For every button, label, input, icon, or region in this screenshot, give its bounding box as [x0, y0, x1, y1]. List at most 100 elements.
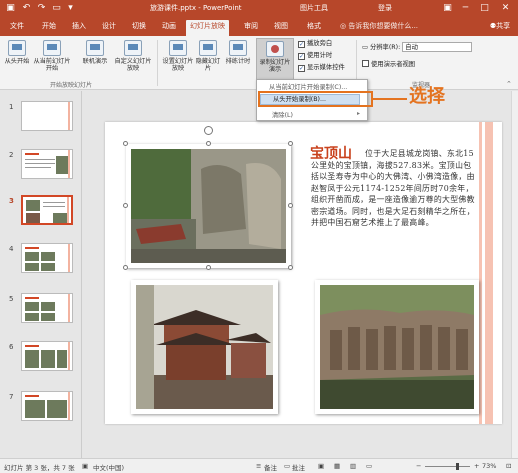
current-slide[interactable]: 宝顶山 位于大足县城龙岗镇、东北15公里处的宝顶镇，海拔527.83米。宝顶山包…	[105, 122, 502, 424]
slide-thumbnail-selected[interactable]	[21, 195, 73, 225]
custom-show-button[interactable]: 自定义幻灯片放映	[113, 40, 153, 72]
slide-thumbnail[interactable]	[21, 101, 73, 131]
thumb-photo	[41, 252, 55, 261]
record-icon	[266, 41, 284, 57]
from-start-button[interactable]: 从头开始	[3, 40, 31, 65]
photo-cliff-carving[interactable]	[126, 144, 291, 268]
customize-qat-icon[interactable]: ▾	[64, 2, 77, 15]
custom-show-label: 自定义幻灯片放映	[114, 58, 152, 72]
tab-review[interactable]: 审阅	[240, 20, 262, 36]
zoom-slider-thumb[interactable]	[456, 463, 459, 470]
minimize-icon[interactable]: ─	[458, 1, 473, 16]
tab-slideshow[interactable]: 幻灯片放映	[186, 20, 229, 36]
thumb-number: 1	[9, 103, 14, 111]
resize-handle[interactable]	[123, 141, 128, 146]
hide-slide-icon	[199, 40, 217, 56]
hide-slide-label: 隐藏幻灯片	[195, 58, 221, 72]
status-bar: 幻灯片 第 3 张，共 7 张 ▣ 中文(中国) ≡ 备注 ▭ 批注 ▣ ▦ ▥…	[0, 458, 518, 473]
resize-handle[interactable]	[123, 203, 128, 208]
zoom-in-icon[interactable]: +	[474, 462, 479, 470]
thumb-photo	[25, 350, 39, 368]
tab-view[interactable]: 视图	[270, 20, 292, 36]
tab-insert[interactable]: 插入	[68, 20, 90, 36]
slideshow-icon[interactable]: ▭	[50, 2, 63, 15]
resolution-select[interactable]: 自动	[402, 42, 473, 52]
rehearse-timings-button[interactable]: 排练计时	[222, 40, 254, 65]
online-present-label: 联机演示	[82, 58, 108, 65]
tab-design[interactable]: 设计	[98, 20, 120, 36]
tab-format[interactable]: 格式	[303, 20, 325, 36]
resize-handle[interactable]	[206, 265, 211, 270]
slide-thumbnail[interactable]	[21, 149, 73, 179]
play-narrations-checkbox[interactable]: ✓ 播放旁白	[298, 40, 332, 48]
thumb-photo	[41, 263, 55, 271]
zoom-level[interactable]: 73%	[482, 462, 496, 470]
slide-thumbnail[interactable]	[21, 293, 73, 323]
share-button[interactable]: ⚉共享	[485, 19, 515, 33]
slide-thumbnail[interactable]	[21, 243, 73, 273]
resolution-combo[interactable]: ▭ 分辨率(R): 自动	[362, 42, 473, 52]
resize-handle[interactable]	[288, 141, 293, 146]
presenter-view-checkbox[interactable]: 使用演示者视图	[362, 60, 415, 69]
tab-transitions[interactable]: 切换	[128, 20, 150, 36]
resize-handle[interactable]	[206, 141, 211, 146]
rehearse-label: 排练计时	[225, 58, 251, 65]
comments-icon: ▭	[284, 462, 291, 470]
record-slideshow-button[interactable]: 录制幻灯片演示	[256, 38, 294, 80]
thumb-photo	[57, 350, 67, 368]
slideshow-view-icon[interactable]: ▭	[366, 462, 372, 470]
slide-sorter-icon[interactable]: ▦	[334, 462, 340, 470]
ribbon-options-icon[interactable]: ▣	[440, 1, 455, 16]
hide-slide-button[interactable]: 隐藏幻灯片	[195, 40, 221, 72]
photo-buddha-statues[interactable]	[315, 280, 479, 414]
from-current-button[interactable]: 从当前幻灯片开始	[32, 40, 72, 72]
photo-pagoda[interactable]	[131, 280, 278, 414]
setup-show-button[interactable]: 设置幻灯片放映	[162, 40, 194, 72]
zoom-out-icon[interactable]: −	[416, 462, 421, 470]
login-link[interactable]: 登录	[378, 3, 392, 13]
slide-thumbnail[interactable]	[21, 391, 73, 421]
spellcheck-icon[interactable]: ▣	[82, 462, 88, 470]
thumb-number: 2	[9, 151, 14, 159]
language-indicator[interactable]: 中文(中国)	[93, 462, 124, 472]
show-media-controls-checkbox[interactable]: ✓ 显示媒体控件	[298, 64, 345, 72]
undo-icon[interactable]: ↶	[20, 2, 33, 15]
collapse-ribbon-icon[interactable]: ⌃	[506, 80, 512, 88]
thumb-photo	[41, 302, 55, 311]
thumb-stripe	[68, 342, 70, 370]
online-present-button[interactable]: 联机演示	[78, 40, 112, 65]
resize-handle[interactable]	[288, 203, 293, 208]
thumb-line	[25, 159, 55, 160]
thumb-title	[25, 345, 39, 347]
close-icon[interactable]: ✕	[498, 1, 513, 16]
notes-button[interactable]: 备注	[264, 462, 277, 472]
comments-button[interactable]: 批注	[292, 462, 305, 472]
vertical-scrollbar[interactable]	[511, 91, 518, 458]
tab-file[interactable]: 文件	[6, 20, 28, 36]
thumb-title	[25, 247, 39, 249]
maximize-icon[interactable]: □	[477, 1, 492, 16]
tell-me-box[interactable]: ◎ 告诉我你想要做什么...	[340, 21, 418, 31]
slide-thumbnails-pane[interactable]: 1 2 3 4 5 6 7	[0, 91, 82, 458]
resize-handle[interactable]	[288, 265, 293, 270]
share-label: 共享	[496, 22, 511, 30]
redo-icon[interactable]: ↷	[35, 2, 48, 15]
resize-handle[interactable]	[123, 265, 128, 270]
slide-thumbnail[interactable]	[21, 341, 73, 371]
menu-record-from-current[interactable]: 从当前幻灯片开始录制(C)...	[269, 82, 347, 91]
thumb-title	[25, 153, 39, 155]
presenter-view-label: 使用演示者视图	[371, 61, 416, 68]
menu-clear[interactable]: 清除(L)	[272, 110, 293, 119]
use-timings-checkbox[interactable]: ✓ 使用计时	[298, 52, 332, 60]
rotate-handle-icon[interactable]	[204, 126, 213, 135]
zoom-slider[interactable]	[425, 466, 470, 467]
normal-view-icon[interactable]: ▣	[318, 462, 324, 470]
tab-home[interactable]: 开始	[38, 20, 60, 36]
slide-body-text[interactable]: 位于大足县城龙岗镇、东北15公里处的宝顶镇，海拔527.83米。宝顶山包括以圣寿…	[311, 148, 478, 229]
thumb-title	[25, 395, 39, 397]
fit-to-window-icon[interactable]: ⊡	[506, 462, 511, 470]
tab-animations[interactable]: 动画	[158, 20, 180, 36]
save-icon[interactable]: ▣	[4, 2, 17, 15]
reading-view-icon[interactable]: ▥	[350, 462, 356, 470]
thumb-photo	[26, 200, 40, 211]
